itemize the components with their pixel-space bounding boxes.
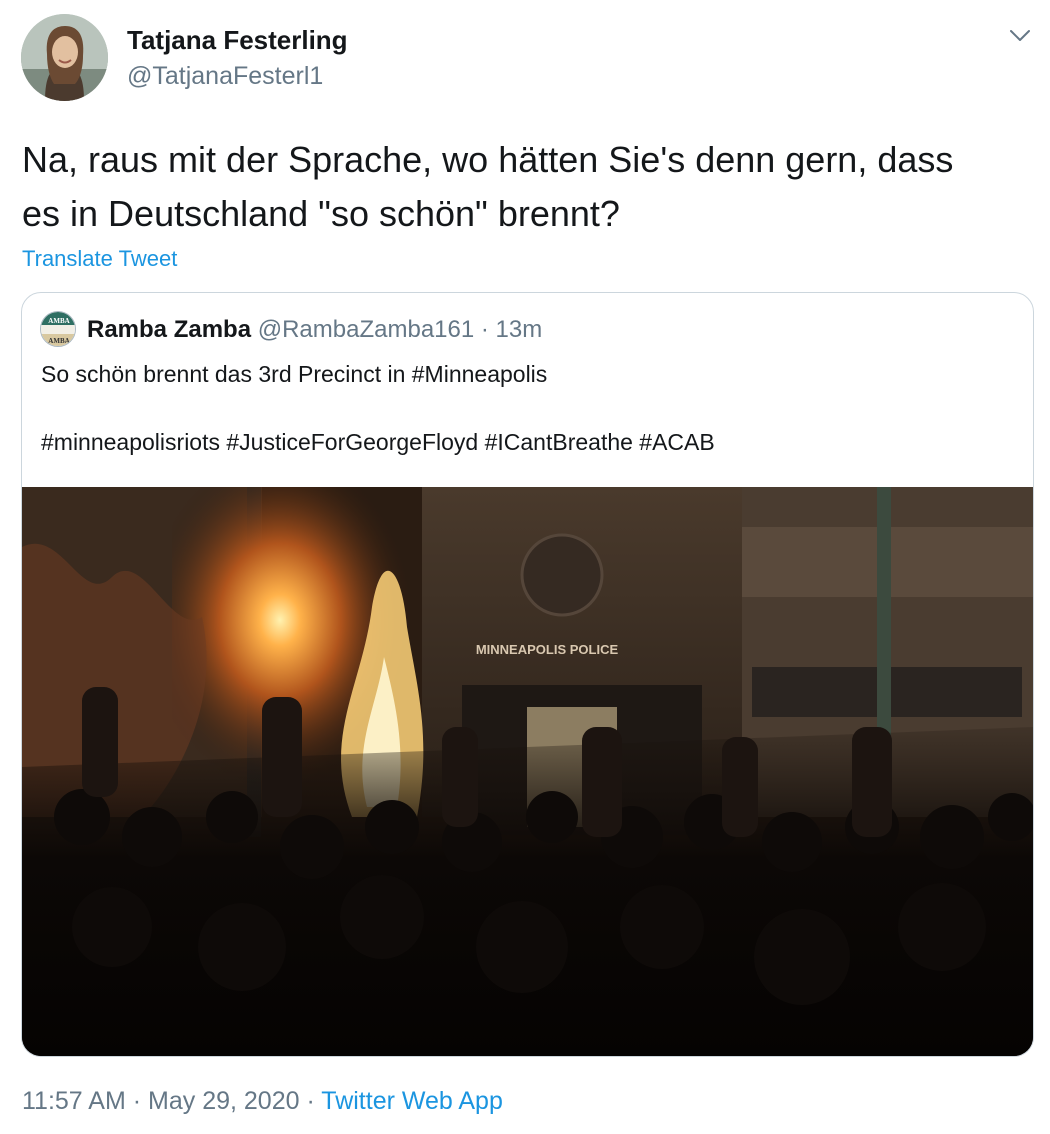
quoted-separator: ·	[480, 316, 489, 343]
quoted-author-name[interactable]: Ramba Zamba	[87, 316, 251, 343]
tweet-card: Tatjana Festerling @TatjanaFesterl1 Na, …	[0, 0, 1050, 1134]
quoted-text-line: So schön brennt das 3rd Precinct in #Min…	[41, 361, 548, 387]
author-avatar[interactable]	[21, 14, 108, 101]
tweet-menu-button[interactable]	[1006, 22, 1034, 50]
meta-separator: ·	[306, 1087, 315, 1115]
author-name[interactable]: Tatjana Festerling	[127, 24, 348, 56]
quoted-avatar-logo-text-bottom: AMBA	[48, 337, 69, 345]
tweet-text-line: Na, raus mit der Sprache, wo hätten Sie'…	[22, 139, 954, 180]
tweet-text-line: es in Deutschland "so schön" brennt?	[22, 193, 620, 234]
quoted-avatar-logo: AMBA AMBA	[41, 312, 75, 346]
photo-sign-text: MINNEAPOLIS POLICE	[476, 642, 619, 657]
quoted-author-handle[interactable]: @RambaZamba161	[258, 316, 474, 343]
translate-tweet-link[interactable]: Translate Tweet	[22, 244, 177, 274]
tweet-text: Na, raus mit der Sprache, wo hätten Sie'…	[22, 133, 1032, 241]
author-handle[interactable]: @TatjanaFesterl1	[127, 60, 323, 92]
tweet-source-link[interactable]: Twitter Web App	[321, 1087, 503, 1115]
protest-fire-photo: MINNEAPOLIS POLICE	[22, 487, 1033, 1056]
author-avatar-image	[21, 14, 108, 101]
quoted-header: Ramba Zamba @RambaZamba161 · 13m	[87, 314, 542, 346]
tweet-date[interactable]: May 29, 2020	[148, 1087, 300, 1115]
quoted-author-avatar[interactable]: AMBA AMBA	[40, 311, 76, 347]
tweet-metadata: 11:57 AM · May 29, 2020 · Twitter Web Ap…	[22, 1084, 503, 1118]
quoted-timestamp[interactable]: 13m	[496, 316, 543, 343]
quoted-text: So schön brennt das 3rd Precinct in #Min…	[41, 357, 1011, 459]
quoted-avatar-logo-text-top: AMBA	[48, 317, 69, 325]
meta-separator: ·	[132, 1087, 142, 1115]
quoted-photo[interactable]: MINNEAPOLIS POLICE	[22, 487, 1033, 1056]
quoted-text-hashtags[interactable]: #minneapolisriots #JusticeForGeorgeFloyd…	[41, 425, 1011, 459]
quoted-tweet[interactable]: AMBA AMBA Ramba Zamba @RambaZamba161 · 1…	[21, 292, 1034, 1057]
quoted-text-blank-line	[41, 391, 1011, 425]
chevron-down-icon	[1010, 30, 1030, 41]
tweet-time[interactable]: 11:57 AM	[22, 1087, 126, 1115]
